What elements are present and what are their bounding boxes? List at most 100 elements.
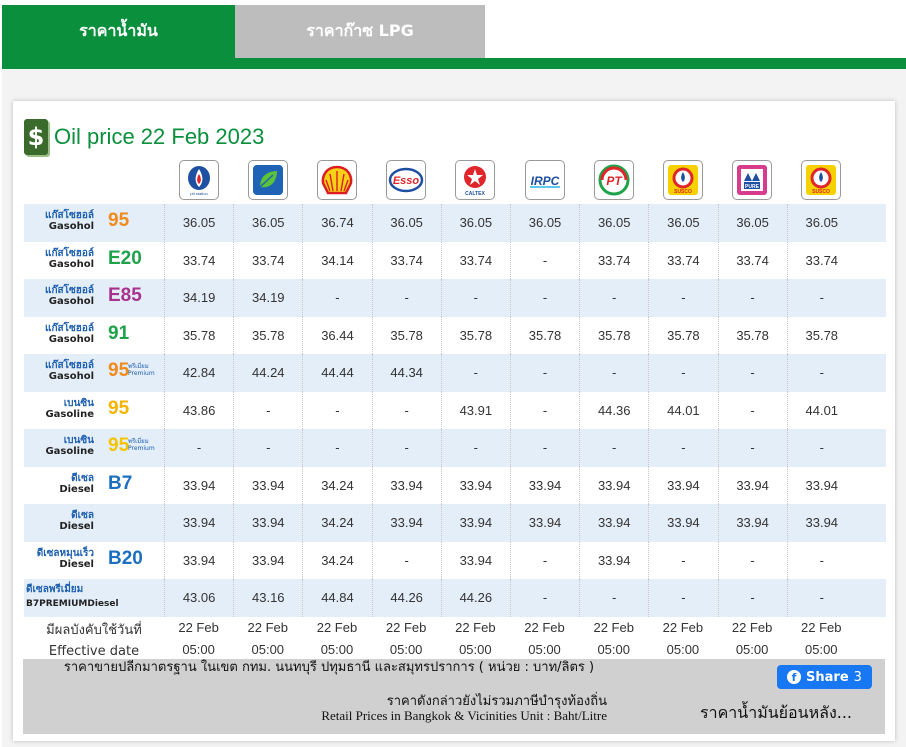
premium-badge: พรีเมี่ยม Premium (128, 438, 155, 452)
effective-date: 22 Feb (178, 619, 219, 635)
effective-date-cell: 22 Feb 05:00 (787, 617, 856, 661)
effective-time: 05:00 (597, 641, 630, 657)
price-cell: 33.74 (648, 241, 717, 279)
price-cell: - (302, 391, 371, 429)
footer-note-units: ราคาขายปลีกมาตรฐาน ในเขต กทม. นนทบุรี ปท… (63, 660, 595, 675)
price-cell: 36.05 (579, 204, 648, 242)
effective-date-cell: 22 Feb 05:00 (648, 617, 717, 661)
fuel-label: แก๊สโซฮอล์ Gasohol E20 (24, 242, 164, 280)
effective-time: 05:00 (805, 641, 838, 657)
price-cell: 35.78 (371, 316, 441, 354)
effective-date-cell: 22 Feb 05:00 (510, 617, 579, 661)
fuel-name-thai: ดีเซล (71, 472, 94, 484)
price-cell: 36.44 (302, 316, 371, 354)
station-header: CALTEX (441, 156, 510, 204)
fuel-label: แก๊สโซฮอล์ Gasohol 95 (24, 204, 164, 242)
price-cell: 35.78 (233, 316, 302, 354)
fuel-grade: 95 (108, 435, 130, 456)
fuel-row: เบนซิน Gasoline 95 43.86- - -43.91-44.36 44.01… (24, 391, 886, 429)
price-cell: - (509, 579, 579, 617)
price-cell: - (786, 541, 856, 579)
price-cell: 33.94 (579, 541, 648, 579)
fuel-name-english: Gasohol (48, 296, 94, 307)
price-cell: - (440, 279, 510, 317)
price-cell: - (579, 579, 648, 617)
fuel-label: เบนซิน Gasoline 95 พรีเมี่ยม Premium (24, 429, 164, 467)
fuel-grade: E20 (108, 247, 142, 269)
price-cell: 35.78 (648, 316, 717, 354)
station-logo-row: ptt station Esso CALTEX IRPC PT SUSCO PURE SUSC… (24, 156, 886, 204)
price-cell: 42.84 (164, 354, 233, 392)
price-cell: 33.94 (233, 466, 302, 504)
price-cell: 33.74 (233, 241, 302, 279)
fuel-row: แก๊สโซฮอล์ Gasohol 91 35.78 35.78 36.44 35.78 3… (24, 316, 886, 355)
effective-date-row: มีผลบังคับใช้วันที่ Effective date 22 Feb 0… (24, 617, 886, 661)
fuel-grade: 91 (108, 322, 130, 344)
price-cell: - (786, 279, 856, 317)
fuel-name-english: Gasohol (48, 333, 94, 345)
share-label: Share (806, 669, 849, 685)
fuel-grade: B7 (108, 472, 133, 494)
price-cell: - (371, 541, 441, 579)
footer-panel: ราคาขายปลีกมาตรฐาน ในเขต กทม. นนทบุรี ปท… (23, 659, 885, 734)
fuel-grade: E85 (108, 285, 142, 306)
svg-text:PT: PT (606, 174, 623, 188)
footer-note-english: Retail Prices in Bangkok & Vicinities Un… (321, 708, 607, 723)
effective-time: 05:00 (389, 641, 423, 657)
effective-date-label: มีผลบังคับใช้วันที่ Effective date (24, 617, 164, 661)
fuel-name-thai: เบนซิน (63, 435, 94, 446)
price-cell: - (717, 279, 787, 317)
fuel-row: แก๊สโซฮอล์ Gasohol 95 พรีเมี่ยม Premium 42.8… (24, 354, 886, 392)
fuel-row: ดีเซลหมุนเร็ว Diesel B20 33.94 33.94 34.24-33… (24, 541, 886, 579)
dollar-fuel-icon: $ (24, 119, 48, 155)
effective-date: 22 Feb (247, 619, 289, 635)
price-cell: 33.94 (717, 466, 787, 504)
price-history-link[interactable]: ราคาน้ำมันย้อนหลัง... (700, 701, 852, 726)
price-cell: 33.94 (164, 466, 233, 504)
price-cell: 33.94 (233, 504, 302, 542)
price-cell: 34.19 (233, 279, 302, 317)
price-cell: 35.78 (164, 316, 233, 354)
tab-underline (2, 58, 906, 69)
price-cell: - (164, 429, 233, 467)
price-cell: 44.84 (302, 579, 371, 617)
price-cell: - (648, 541, 717, 579)
fuel-name-english: Gasohol (48, 258, 94, 270)
station-header: SUSCO (648, 156, 717, 204)
fuel-name-english: Gasoline (45, 446, 94, 457)
price-cell: - (509, 279, 579, 317)
fuel-name-thai: แก๊สโซฮอล์ (45, 210, 94, 221)
price-cell: - (579, 429, 648, 467)
effective-date-cell: 22 Feb 05:00 (441, 617, 510, 661)
tab-lpg-price[interactable]: ราคาก๊าซ LPG (235, 5, 485, 58)
bangchak-logo-icon (247, 160, 288, 200)
caltex-logo-icon: CALTEX (455, 160, 496, 200)
fuel-name-thai: แก๊สโซฮอล์ (45, 360, 94, 371)
price-cell: 33.94 (786, 466, 856, 504)
price-cell: 35.78 (579, 316, 648, 354)
effective-date: 22 Feb (385, 619, 427, 635)
price-cell: 44.26 (440, 579, 510, 617)
tab-oil-price[interactable]: ราคาน้ำมัน (2, 5, 235, 58)
price-cell: 33.94 (786, 504, 856, 542)
fuel-grade: B20 (108, 547, 143, 569)
price-cell: 36.05 (717, 204, 787, 242)
fuel-label: แก๊สโซฮอล์ Gasohol 91 (24, 317, 164, 355)
facebook-share-button[interactable]: f Share 3 (777, 665, 872, 689)
price-cell: 36.05 (786, 204, 856, 242)
price-cell: 33.74 (786, 241, 856, 279)
price-cell: - (579, 354, 648, 392)
price-cell: - (371, 391, 441, 429)
svg-text:SUSCO: SUSCO (674, 189, 692, 195)
price-cell: - (648, 429, 717, 467)
fuel-name-thai: ดีเซลหมุนเร็ว (36, 547, 94, 559)
fuel-name-english: Diesel (59, 558, 94, 570)
shell-logo-icon (316, 160, 357, 200)
fuel-name-english: Gasohol (48, 221, 94, 232)
effective-date-cell: 22 Feb 05:00 (579, 617, 648, 661)
fuel-name-english: Gasoline (45, 408, 94, 420)
price-cell: 33.94 (440, 466, 510, 504)
station-header: PURE (718, 156, 787, 204)
price-cell: 34.19 (164, 279, 233, 317)
fuel-name-thai: เบนซิน (63, 397, 94, 409)
